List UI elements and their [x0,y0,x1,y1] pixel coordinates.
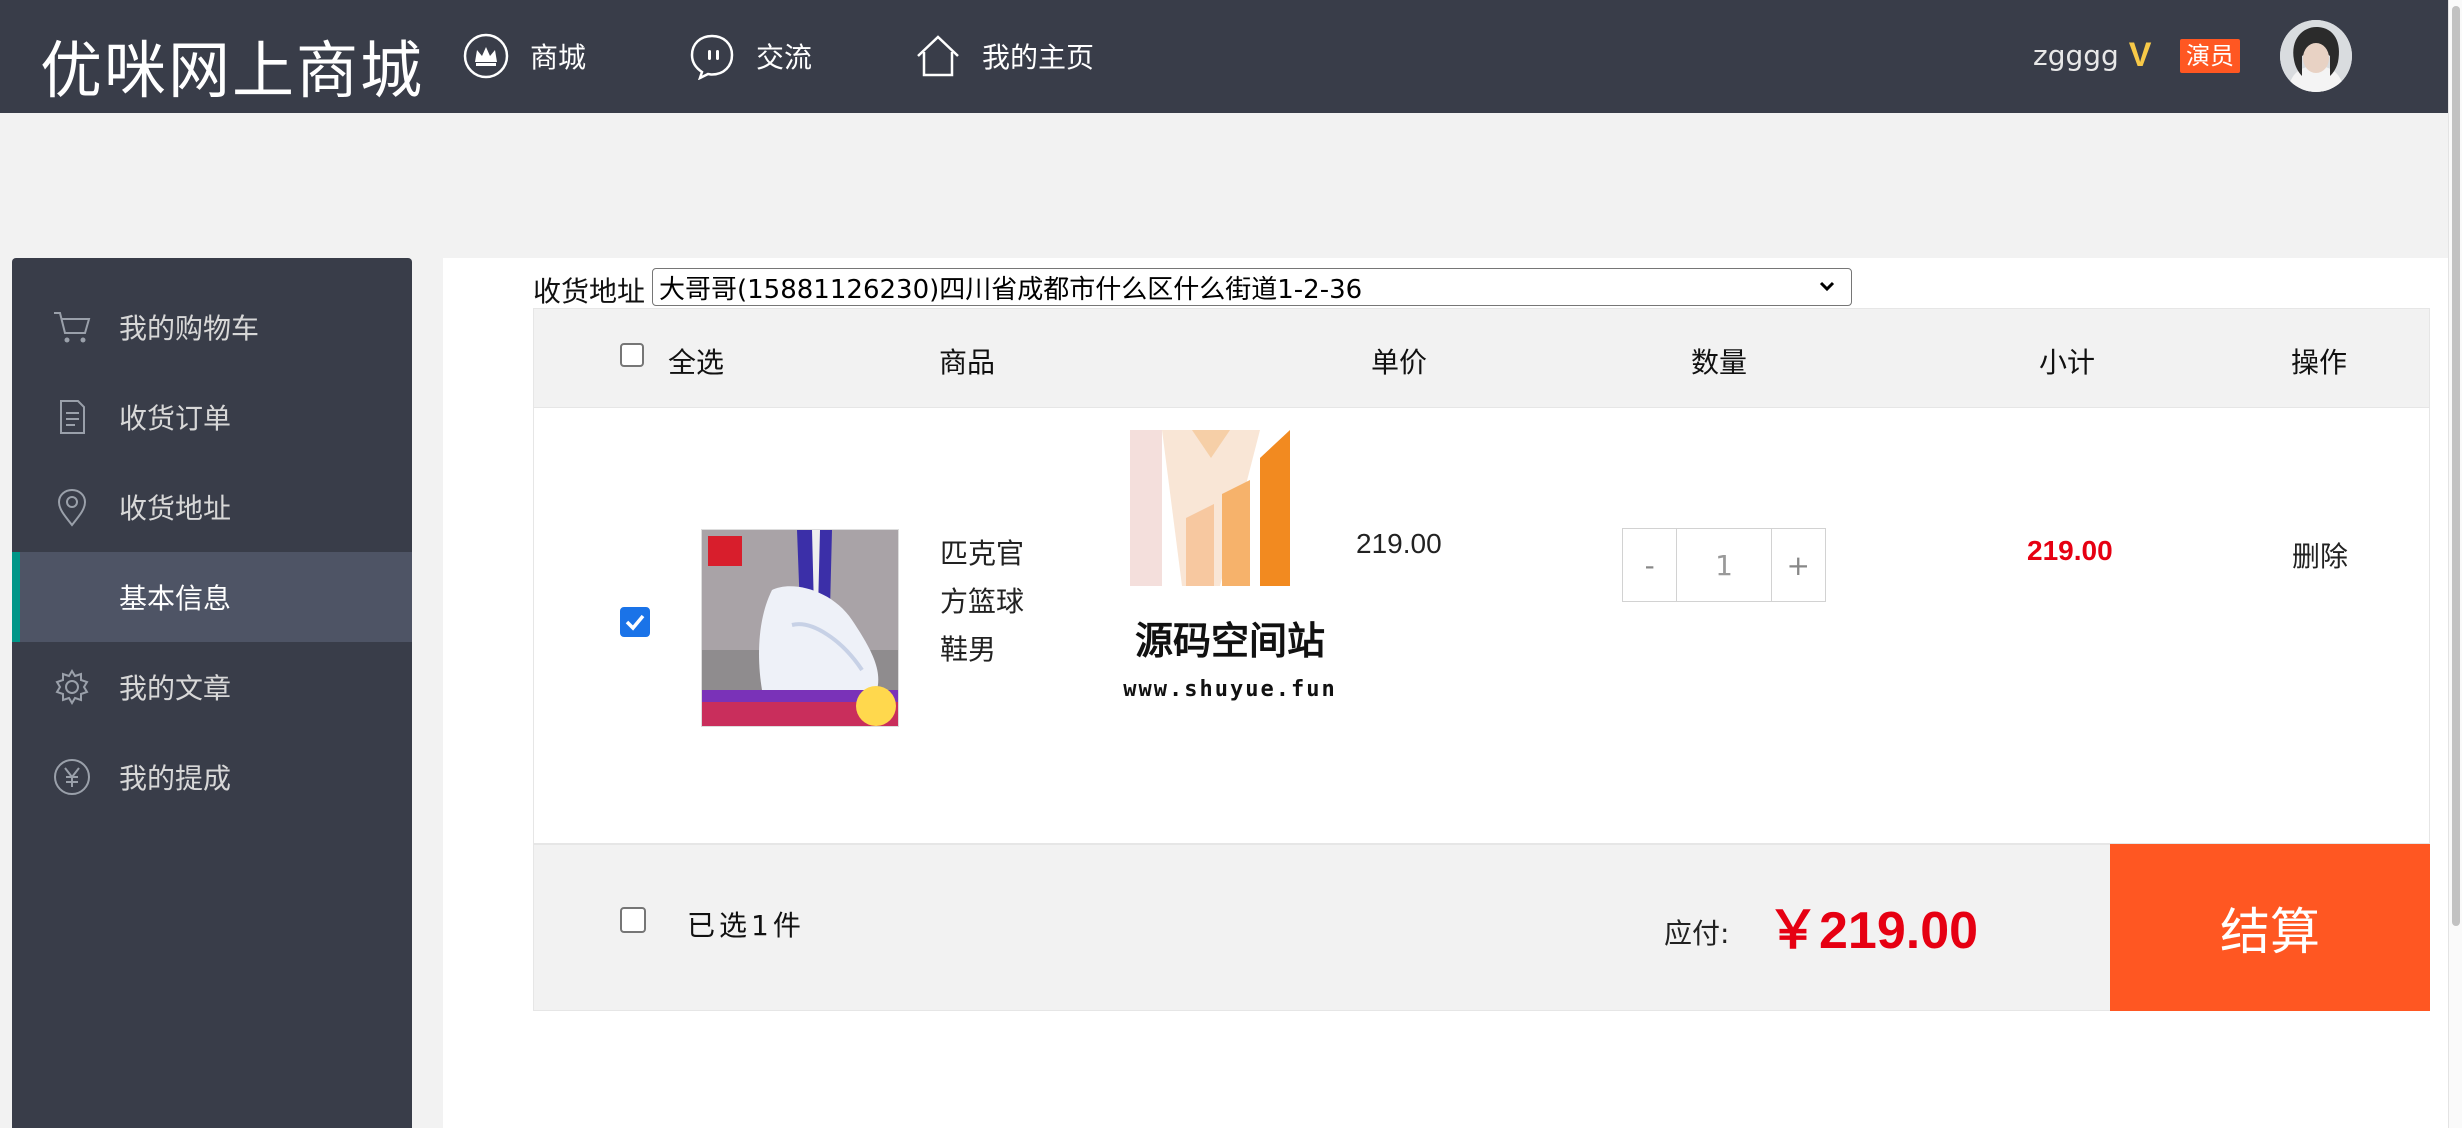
quantity-decrement-button[interactable]: - [1623,529,1676,601]
yen-icon [52,757,92,797]
item-checkbox[interactable] [620,607,650,637]
avatar[interactable] [2280,20,2352,92]
quantity-input[interactable]: 1 [1676,529,1772,601]
username: zgggg [2033,39,2119,72]
site-logo[interactable]: 优咪网上商城 [40,20,424,110]
payable-label: 应付: [1664,917,1730,950]
vip-icon: V [2128,36,2152,74]
sidebar-item-commission[interactable]: 我的提成 [12,732,412,822]
sidebar-item-address[interactable]: 收货地址 [12,462,412,552]
scrollbar-thumb[interactable] [2452,6,2460,926]
sidebar-item-orders[interactable]: 收货订单 [12,372,412,462]
sidebar-item-label: 收货地址 [119,492,232,525]
watermark-url: www.shuyue.fun [1123,677,1336,702]
footer-select-all-checkbox[interactable] [620,907,646,933]
column-header-quantity: 数量 [1691,346,1748,379]
top-navigation-bar: 优咪网上商城 商城 交流 我的主页 zgggg V 演员 [0,0,2448,113]
nav-item-label: 交流 [756,41,813,74]
select-all-checkbox[interactable] [620,343,644,367]
chat-icon [690,34,734,80]
sidebar: 我的购物车 收货订单 收货地址 基本信息 我的文章 我的提成 [12,258,412,1128]
address-label: 收货地址 [533,275,646,308]
home-icon [917,35,959,77]
product-name[interactable]: 匹克官方篮球鞋男 [940,530,1040,674]
document-icon [52,397,92,437]
nav-item-home[interactable]: 我的主页 [914,28,1094,84]
chevron-down-icon [1819,281,1835,292]
product-image[interactable] [701,529,899,727]
sidebar-item-cart[interactable]: 我的购物车 [12,282,412,372]
selected-count: 已选1件 [687,909,805,942]
nav-item-community[interactable]: 交流 [688,28,812,84]
cart-icon [52,307,92,347]
sidebar-item-label: 收货订单 [119,402,232,435]
column-header-subtotal: 小计 [2039,346,2096,379]
gear-icon [52,667,92,707]
watermark-logo: 源码空间站 www.shuyue.fun [1110,418,1350,708]
nav-item-label: 我的主页 [982,41,1095,74]
column-header-product: 商品 [939,346,996,379]
column-header-action: 操作 [2291,346,2348,379]
item-subtotal: 219.00 [2027,535,2113,566]
address-select-value: 大哥哥(15881126230)四川省成都市什么区什么街道1-2-36 [659,274,1363,305]
cart-table-header: 全选 商品 单价 数量 小计 操作 [533,308,2430,408]
location-pin-icon [52,487,92,527]
delete-item-link[interactable]: 删除 [2292,535,2348,575]
quantity-stepper: - 1 + [1622,528,1826,602]
role-badge: 演员 [2180,39,2240,73]
sidebar-item-basic-info[interactable]: 基本信息 [12,552,412,642]
nav-item-mall[interactable]: 商城 [462,28,586,84]
sidebar-item-label: 我的提成 [119,762,232,795]
sidebar-item-label: 我的购物车 [119,312,260,345]
payable-total: ￥219.00 [1767,902,1979,960]
sidebar-item-articles[interactable]: 我的文章 [12,642,412,732]
address-select[interactable]: 大哥哥(15881126230)四川省成都市什么区什么街道1-2-36 [652,268,1852,306]
unit-price: 219.00 [1356,528,1442,559]
watermark-title: 源码空间站 [1135,619,1325,663]
nav-item-label: 商城 [530,41,587,74]
crown-icon [463,33,509,79]
sidebar-item-label: 基本信息 [119,582,232,615]
checkout-button[interactable]: 结算 [2110,844,2430,1011]
column-header-select-all: 全选 [668,346,725,379]
quantity-increment-button[interactable]: + [1772,529,1825,601]
user-menu[interactable]: zgggg V [2033,36,2151,75]
column-header-unit-price: 单价 [1371,346,1428,379]
page-scrollbar[interactable] [2448,0,2462,1128]
sidebar-item-label: 我的文章 [119,672,232,705]
